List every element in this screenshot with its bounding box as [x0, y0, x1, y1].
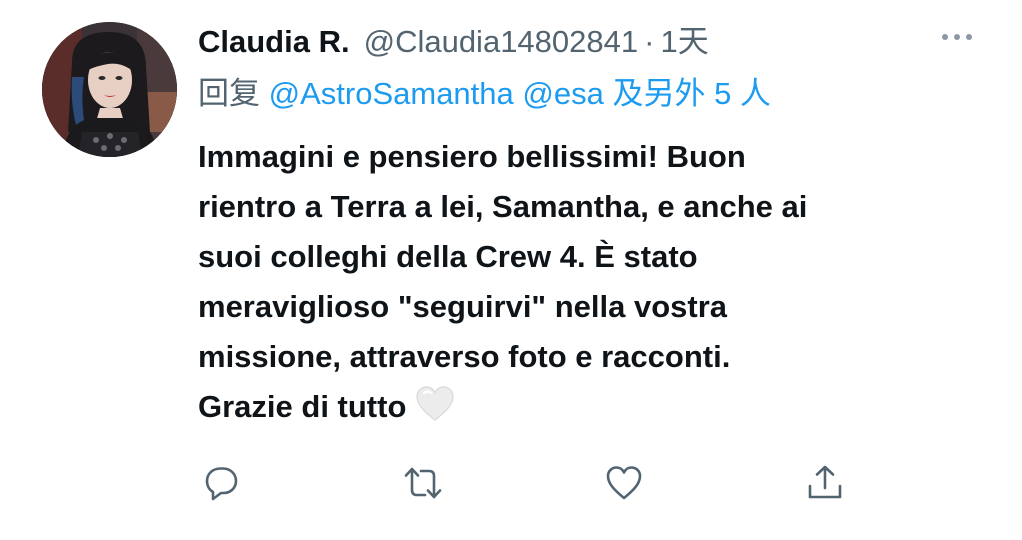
timestamp[interactable]: 1天 — [660, 18, 708, 66]
tweet[interactable]: Claudia R. @Claudia14802841 · 1天 回复 @Ast… — [0, 0, 1022, 540]
white-heart-icon — [414, 383, 456, 440]
more-dot — [942, 34, 948, 40]
tweet-actions — [200, 462, 860, 502]
like-button[interactable] — [603, 462, 645, 504]
tweet-header: Claudia R. @Claudia14802841 · 1天 — [198, 18, 998, 66]
author-name[interactable]: Claudia R. — [198, 18, 350, 66]
reply-button[interactable] — [200, 462, 242, 504]
reply-context: 回复 @AstroSamantha @esa 及另外 5 人 — [198, 72, 998, 116]
tweet-content: Claudia R. @Claudia14802841 · 1天 回复 @Ast… — [198, 18, 998, 440]
avatar[interactable] — [42, 22, 177, 157]
separator-dot: · — [644, 24, 655, 59]
more-dot — [954, 34, 960, 40]
more-dot — [966, 34, 972, 40]
tweet-text: Immagini e pensiero bellissimi! Buon rie… — [198, 139, 808, 424]
reply-prefix: 回复 — [198, 76, 269, 111]
reply-others-link[interactable]: 及另外 5 人 — [612, 76, 770, 111]
mention-link[interactable]: @AstroSamantha — [269, 76, 514, 111]
avatar-image — [42, 22, 177, 157]
more-options-button[interactable] — [942, 34, 972, 40]
retweet-button[interactable] — [402, 462, 444, 504]
share-icon — [808, 465, 842, 499]
share-button[interactable] — [804, 462, 846, 504]
author-handle[interactable]: @Claudia14802841 — [364, 18, 639, 66]
reply-icon — [205, 467, 238, 501]
tweet-body: Immagini e pensiero bellissimi! Buon rie… — [198, 132, 988, 440]
like-icon — [606, 466, 642, 500]
mention-link[interactable]: @esa — [522, 76, 603, 111]
retweet-icon — [404, 467, 442, 499]
